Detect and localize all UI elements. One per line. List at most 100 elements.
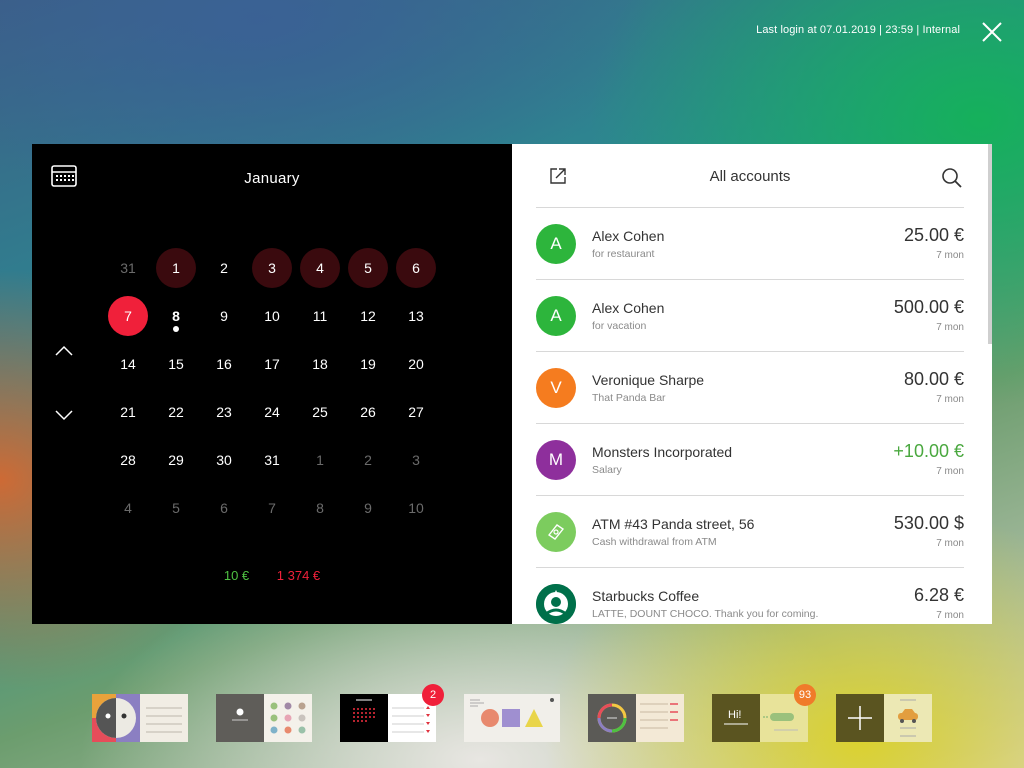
day-number: 2 [220,260,228,276]
transaction-row[interactable]: A Alex Cohen for restaurant 25.00 € 7 mon [536,208,964,280]
app-thumb-shapes[interactable] [464,694,560,742]
calendar-day[interactable]: 22 [152,388,200,436]
calendar-day[interactable]: 29 [152,436,200,484]
day-number: 30 [216,452,232,468]
calendar-day[interactable]: 14 [104,340,152,388]
calendar-day[interactable]: 1 [296,436,344,484]
day-number: 4 [124,500,132,516]
calendar-day[interactable]: 3 [248,244,296,292]
transaction-row[interactable]: A Alex Cohen for vacation 500.00 € 7 mon [536,280,964,352]
transaction-row[interactable]: Starbucks Coffee LATTE, DOUNT CHOCO. Than… [536,568,964,624]
app-thumb-add[interactable] [836,694,932,742]
scrollbar[interactable] [988,144,992,344]
transactions-header: All accounts [536,144,964,208]
calendar-day[interactable]: 9 [344,484,392,532]
transaction-row[interactable]: V Veronique Sharpe That Panda Bar 80.00 € 7 … [536,352,964,424]
day-number: 7 [268,500,276,516]
day-number: 21 [120,404,136,420]
transaction-row[interactable]: ATM #43 Panda street, 56 Cash withdrawal … [536,496,964,568]
day-number: 14 [120,356,136,372]
transaction-name: Monsters Incorporated [592,444,733,460]
calendar-day[interactable]: 16 [200,340,248,388]
calendar-day[interactable]: 4 [296,244,344,292]
transaction-description: for restaurant [592,248,655,260]
day-number: 6 [220,500,228,516]
calendar-day[interactable]: 27 [392,388,440,436]
calendar-day[interactable]: 9 [200,292,248,340]
day-number: 23 [216,404,232,420]
app-thumb-chat[interactable]: Hi! 93 [712,684,816,742]
calendar-day[interactable]: 17 [248,340,296,388]
calendar-day[interactable]: 8 [296,484,344,532]
transaction-description: Cash withdrawal from ATM [592,536,717,548]
chat-preview-text: Hi! [728,709,742,721]
calendar-day[interactable]: 13 [392,292,440,340]
transaction-row[interactable]: M Monsters Incorporated Salary +10.00 € 7 mo… [536,424,964,496]
day-number: 7 [124,308,132,324]
calendar-day[interactable]: 5 [344,244,392,292]
calendar-day[interactable]: 23 [200,388,248,436]
day-number: 4 [316,260,324,276]
close-icon[interactable] [980,20,1004,44]
calendar-day[interactable]: 28 [104,436,152,484]
calendar-day[interactable]: 31 [104,244,152,292]
day-number: 2 [364,452,372,468]
accounts-title[interactable]: All accounts [536,168,964,185]
calendar-day[interactable]: 21 [104,388,152,436]
day-number: 25 [312,404,328,420]
app-thumb-stats[interactable] [588,694,684,742]
calendar-day[interactable]: 11 [296,292,344,340]
transaction-list: A Alex Cohen for restaurant 25.00 € 7 mon A Al… [536,208,964,624]
transaction-name: Starbucks Coffee [592,588,700,604]
day-number: 9 [364,500,372,516]
calendar-day[interactable]: 19 [344,340,392,388]
calendar-day[interactable]: 3 [392,436,440,484]
calendar-day[interactable]: 15 [152,340,200,388]
search-icon[interactable] [940,166,964,190]
starbucks-logo [536,584,576,624]
calendar-day[interactable]: 10 [248,292,296,340]
notification-badge: 2 [422,684,444,706]
calendar-day[interactable]: 8 [152,292,200,340]
day-number: 3 [412,452,420,468]
calendar-day[interactable]: 30 [200,436,248,484]
calendar-day[interactable]: 5 [152,484,200,532]
day-number: 1 [172,260,180,276]
calendar-day[interactable]: 26 [344,388,392,436]
month-totals: 10 € 1 374 € [32,568,512,583]
day-number: 10 [408,500,424,516]
app-thumb-calendar[interactable]: 2 [340,684,444,742]
calendar-day[interactable]: 31 [248,436,296,484]
transaction-description: for vacation [592,320,647,332]
calendar-day[interactable]: 4 [104,484,152,532]
calendar-day[interactable]: 2 [200,244,248,292]
calendar-day[interactable]: 12 [344,292,392,340]
calendar-day[interactable]: 10 [392,484,440,532]
transaction-amount: 500.00 € [893,297,964,317]
last-login-info: Last login at 07.01.2019 | 23:59 | Inter… [756,24,960,36]
day-number: 1 [316,452,324,468]
transaction-time: 7 mon [936,394,964,405]
calendar-panel: January 31 1 2 3 4 5 6 7 8 9 10 11 12 13 14 15 16 17 18 19 2… [32,144,512,624]
calendar-day[interactable]: 24 [248,388,296,436]
app-thumb-contacts[interactable] [92,694,188,742]
calendar-day[interactable]: 7 [104,292,152,340]
calendar-day[interactable]: 7 [248,484,296,532]
notification-badge: 93 [794,684,816,706]
calendar-day[interactable]: 1 [152,244,200,292]
calendar-day[interactable]: 2 [344,436,392,484]
avatar: A [536,224,576,264]
chevron-up-icon[interactable] [54,344,74,358]
calendar-day[interactable]: 25 [296,388,344,436]
chevron-down-icon[interactable] [54,408,74,422]
calendar-day[interactable]: 20 [392,340,440,388]
day-number: 31 [120,260,136,276]
day-number: 29 [168,452,184,468]
calendar-day[interactable]: 18 [296,340,344,388]
day-number: 10 [264,308,280,324]
day-number: 12 [360,308,376,324]
calendar-day[interactable]: 6 [200,484,248,532]
calendar-day[interactable]: 6 [392,244,440,292]
app-thumb-settings[interactable] [216,694,312,742]
day-number: 26 [360,404,376,420]
